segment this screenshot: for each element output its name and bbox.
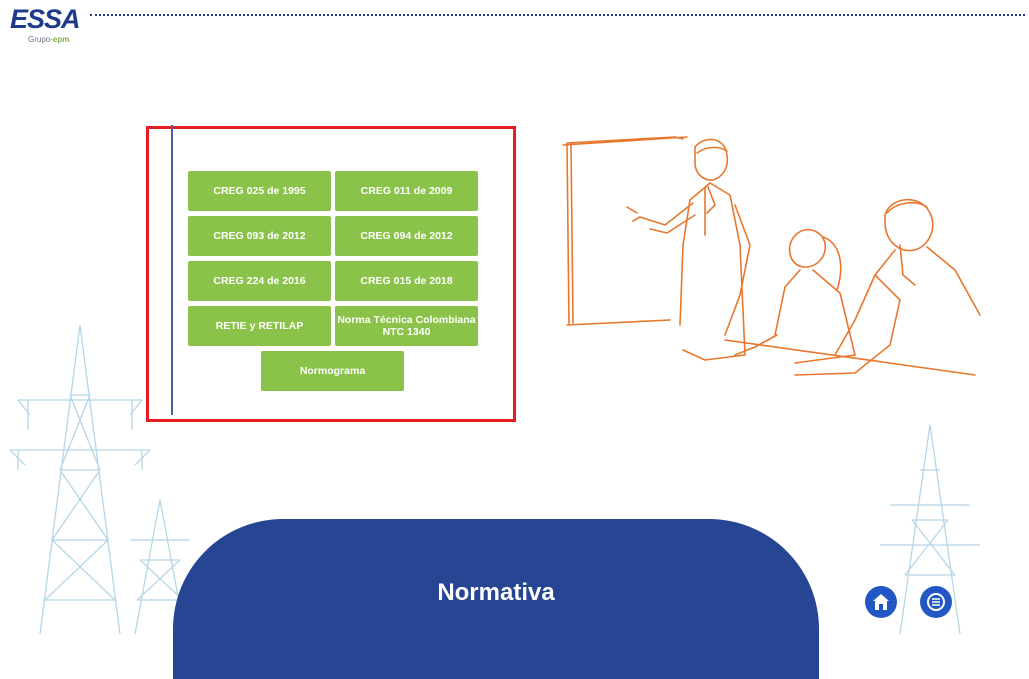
creg-094-2012-button[interactable]: CREG 094 de 2012 xyxy=(335,216,478,256)
home-icon xyxy=(873,594,889,610)
menu-button[interactable] xyxy=(920,586,952,618)
normograma-button[interactable]: Normograma xyxy=(261,351,404,391)
creg-015-2018-button[interactable]: CREG 015 de 2018 xyxy=(335,261,478,301)
creg-093-2012-button[interactable]: CREG 093 de 2012 xyxy=(188,216,331,256)
retie-retilap-button[interactable]: RETIE y RETILAP xyxy=(188,306,331,346)
home-button[interactable] xyxy=(865,586,897,618)
panel-vertical-line xyxy=(171,125,173,415)
meeting-presentation-illustration xyxy=(562,136,981,376)
section-banner: Normativa xyxy=(173,519,819,679)
ntc-1340-button[interactable]: Norma Técnica Colombiana NTC 1340 xyxy=(335,306,478,346)
banner-title: Normativa xyxy=(437,579,555,606)
list-menu-icon xyxy=(927,593,945,611)
creg-224-2016-button[interactable]: CREG 224 de 2016 xyxy=(188,261,331,301)
creg-025-1995-button[interactable]: CREG 025 de 1995 xyxy=(188,171,331,211)
creg-011-2009-button[interactable]: CREG 011 de 2009 xyxy=(335,171,478,211)
